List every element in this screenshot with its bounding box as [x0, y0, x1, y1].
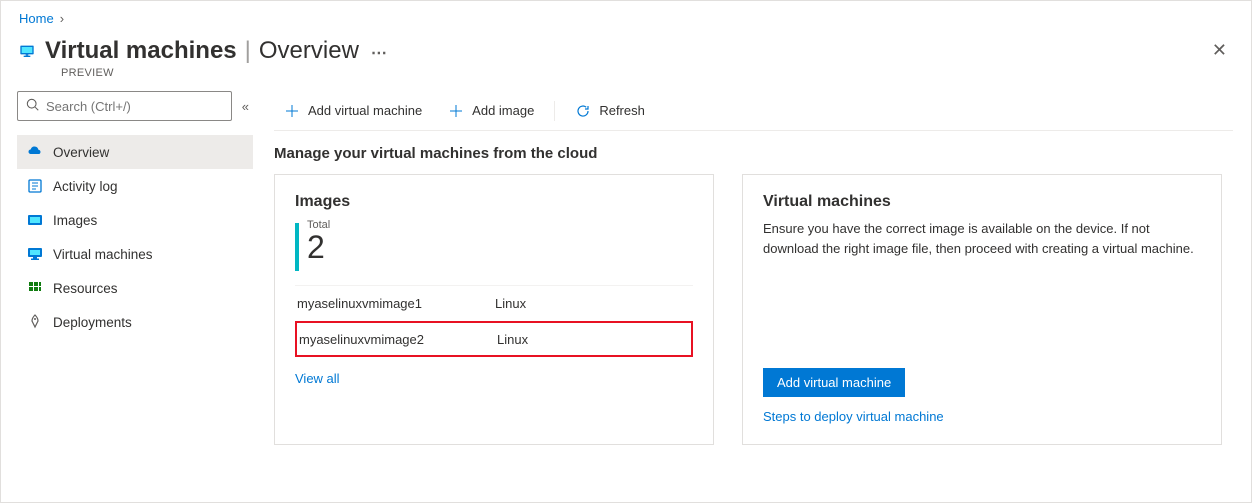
page-title-sub: Overview: [259, 37, 359, 65]
toolbar-label: Add image: [472, 103, 534, 118]
search-input[interactable]: [46, 99, 223, 114]
image-os-cell: Linux: [497, 332, 691, 347]
vm-card: Virtual machines Ensure you have the cor…: [742, 174, 1222, 445]
table-row[interactable]: myaselinuxvmimage1 Linux: [295, 285, 693, 321]
breadcrumb-home[interactable]: Home: [19, 11, 54, 26]
total-block: Total 2: [295, 219, 693, 271]
view-all-link[interactable]: View all: [295, 371, 340, 386]
accent-bar: [295, 223, 299, 271]
cloud-icon: [27, 144, 43, 160]
sidebar-item-label: Resources: [53, 281, 118, 296]
collapse-sidebar-icon[interactable]: «: [238, 95, 253, 118]
refresh-button[interactable]: Refresh: [565, 91, 655, 130]
breadcrumb: Home ›: [1, 1, 1251, 30]
sidebar-item-activity-log[interactable]: Activity log: [17, 169, 253, 203]
close-icon[interactable]: ✕: [1206, 34, 1233, 67]
sidebar-item-resources[interactable]: Resources: [17, 271, 253, 305]
log-icon: [27, 178, 43, 194]
image-name-cell: myaselinuxvmimage2: [297, 332, 497, 347]
sidebar: « Overview Activity log Images: [1, 91, 261, 502]
sidebar-item-label: Virtual machines: [53, 247, 153, 262]
refresh-icon: [575, 103, 591, 119]
image-icon: [27, 212, 43, 228]
card-title: Virtual machines: [763, 193, 1201, 211]
sidebar-item-label: Activity log: [53, 179, 118, 194]
sidebar-item-deployments[interactable]: Deployments: [17, 305, 253, 339]
plus-icon: [284, 103, 300, 119]
sidebar-item-overview[interactable]: Overview: [17, 135, 253, 169]
sidebar-item-images[interactable]: Images: [17, 203, 253, 237]
monitor-icon: [27, 246, 43, 262]
title-divider: |: [245, 37, 251, 65]
nav-list: Overview Activity log Images Virtual mac…: [17, 135, 253, 339]
search-box[interactable]: [17, 91, 232, 121]
toolbar-separator: [554, 101, 555, 121]
page-title-main: Virtual machines: [45, 37, 237, 65]
toolbar-label: Add virtual machine: [308, 103, 422, 118]
add-vm-button[interactable]: Add virtual machine: [274, 91, 432, 130]
image-os-cell: Linux: [495, 296, 693, 311]
search-icon: [26, 98, 40, 115]
rocket-icon: [27, 314, 43, 330]
card-title: Images: [295, 193, 693, 211]
total-value: 2: [307, 231, 330, 263]
sidebar-item-label: Deployments: [53, 315, 132, 330]
add-vm-primary-button[interactable]: Add virtual machine: [763, 368, 905, 397]
images-card: Images Total 2 myaselinuxvmimage1 Linux …: [274, 174, 714, 445]
images-table: myaselinuxvmimage1 Linux myaselinuxvmima…: [295, 285, 693, 357]
sidebar-item-vms[interactable]: Virtual machines: [17, 237, 253, 271]
vm-resource-icon: [19, 43, 35, 59]
more-icon[interactable]: ⋯: [367, 43, 391, 63]
section-title: Manage your virtual machines from the cl…: [274, 145, 1233, 162]
command-bar: Add virtual machine Add image Refresh: [274, 91, 1233, 131]
steps-link[interactable]: Steps to deploy virtual machine: [763, 409, 1201, 424]
preview-badge: PREVIEW: [1, 67, 1251, 79]
plus-icon: [448, 103, 464, 119]
sidebar-item-label: Images: [53, 213, 97, 228]
card-description: Ensure you have the correct image is ava…: [763, 219, 1201, 258]
page-header: Virtual machines | Overview ⋯ ✕: [1, 30, 1251, 69]
sidebar-item-label: Overview: [53, 145, 109, 160]
image-name-cell: myaselinuxvmimage1: [295, 296, 495, 311]
chevron-right-icon: ›: [60, 11, 64, 26]
table-row[interactable]: myaselinuxvmimage2 Linux: [295, 321, 693, 357]
grid-icon: [27, 280, 43, 296]
add-image-button[interactable]: Add image: [438, 91, 544, 130]
main-content: Add virtual machine Add image Refresh Ma…: [261, 91, 1251, 502]
toolbar-label: Refresh: [599, 103, 645, 118]
